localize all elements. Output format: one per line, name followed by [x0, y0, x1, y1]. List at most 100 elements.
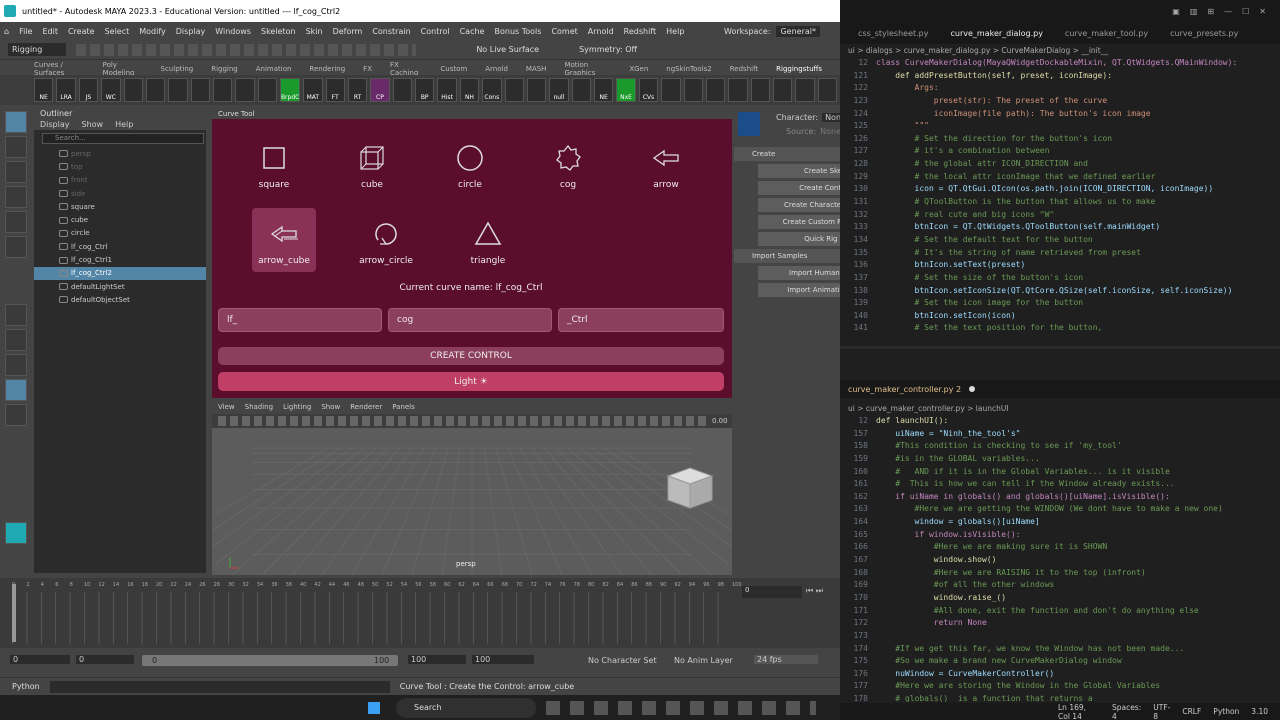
shelf-button-icon[interactable]: NxE	[616, 78, 636, 102]
editor-top[interactable]: 12 class CurveMakerDialog(MayaQWidgetDock…	[840, 58, 1280, 340]
curve-button-square[interactable]: square	[242, 132, 306, 196]
outliner-item[interactable]: top	[34, 160, 206, 173]
shelf-button-icon[interactable]: LRA	[56, 78, 76, 102]
breadcrumb-top[interactable]: ui > dialogs > curve_maker_dialog.py > C…	[848, 46, 1108, 55]
shelf-button-icon[interactable]	[504, 78, 524, 102]
command-input[interactable]	[49, 680, 390, 693]
range-bar[interactable]	[142, 655, 398, 666]
menu-modify[interactable]: Modify	[139, 27, 166, 36]
shelf-button-icon[interactable]: null	[549, 78, 569, 102]
shelf-button-icon[interactable]	[145, 78, 166, 102]
maximize-icon[interactable]: ☐	[1242, 7, 1249, 16]
menu-control[interactable]: Control	[421, 27, 450, 36]
outliner-item[interactable]: defaultLightSet	[34, 280, 206, 293]
editor-tab[interactable]: curve_maker_tool.py	[1065, 29, 1148, 38]
shelf-button-icon[interactable]	[190, 78, 210, 102]
shelf-tab[interactable]: Arnold	[485, 65, 508, 73]
select-tool-icon[interactable]	[5, 111, 27, 133]
start-time-field[interactable]: 0	[10, 655, 70, 664]
hik-create-button[interactable]: Create Contr	[758, 181, 848, 195]
outliner-item[interactable]: lf_cog_Ctrl2	[34, 266, 206, 280]
outliner-menu-help[interactable]: Help	[115, 120, 133, 129]
outliner-item[interactable]: persp	[34, 147, 206, 160]
layout-outliner-icon[interactable]	[5, 379, 27, 401]
shelf-button-icon[interactable]: Cons	[482, 78, 502, 102]
view-cube-icon[interactable]	[666, 467, 714, 509]
shelf-button-icon[interactable]	[773, 78, 793, 102]
shelf-button-icon[interactable]	[392, 78, 412, 102]
lasso-tool-icon[interactable]	[5, 136, 27, 158]
shelf-button-icon[interactable]	[526, 78, 547, 102]
menu-create[interactable]: Create	[68, 27, 95, 36]
shelf-button-icon[interactable]: Hist	[437, 78, 457, 102]
shelf-button-icon[interactable]	[257, 78, 278, 102]
time-slider[interactable]: 0246810121416182022242628303234363840424…	[0, 578, 840, 648]
curve-button-triangle[interactable]: triangle	[456, 208, 520, 272]
viewport-value[interactable]: 0.00	[712, 417, 728, 425]
shelf-button-icon[interactable]	[683, 78, 703, 102]
shelf-button-icon[interactable]: BrpdC	[280, 78, 301, 102]
menu-deform[interactable]: Deform	[333, 27, 363, 36]
command-language[interactable]: Python	[12, 682, 40, 691]
create-section[interactable]: Create	[734, 147, 840, 161]
hik-import-button[interactable]: Import Animatio	[758, 283, 848, 297]
inner-start-field[interactable]: 0	[76, 655, 134, 664]
outliner-item[interactable]: defaultObjectSet	[34, 293, 206, 306]
shelf-tab[interactable]: Redshift	[730, 65, 758, 73]
hik-create-button[interactable]: Create Skel	[758, 164, 848, 178]
viewport-menu-shading[interactable]: Shading	[245, 403, 273, 411]
shelf-button-icon[interactable]: JS	[78, 78, 99, 102]
shelf-tab[interactable]: Riggingstuffs	[776, 65, 822, 73]
menu-constrain[interactable]: Constrain	[372, 27, 410, 36]
suffix-field[interactable]: _Ctrl	[558, 308, 724, 332]
taskbar-search[interactable]: Search	[396, 697, 536, 718]
start-icon[interactable]	[368, 701, 380, 714]
curve-button-arrow[interactable]: arrow	[634, 132, 698, 196]
hik-create-button[interactable]: Quick Rig T	[758, 232, 848, 246]
symmetry-label[interactable]: Symmetry: Off	[579, 45, 637, 54]
current-time-indicator[interactable]	[12, 584, 16, 642]
shelf-button-icon[interactable]	[123, 78, 143, 102]
shelf-button-icon[interactable]	[728, 78, 748, 102]
status-item[interactable]: 3.10	[1251, 707, 1268, 716]
viewport-menu-lighting[interactable]: Lighting	[283, 403, 311, 411]
curve-button-arrow-circle[interactable]: arrow_circle	[354, 208, 418, 272]
character-set-select[interactable]: No Character Set	[588, 656, 657, 665]
shelf-button-icon[interactable]	[168, 78, 188, 102]
editor-tab[interactable]: curve_maker_dialog.py	[951, 29, 1043, 38]
menu-bonus-tools[interactable]: Bonus Tools	[494, 27, 541, 36]
shelf-button-icon[interactable]: NE	[34, 78, 54, 102]
shelf-tab[interactable]: Sculpting	[161, 65, 194, 73]
paint-tool-icon[interactable]	[5, 161, 27, 183]
shelf-tab[interactable]: XGen	[629, 65, 648, 73]
layout-four-icon[interactable]	[5, 329, 27, 351]
shelf-tab[interactable]: Rigging	[211, 65, 238, 73]
menu-display[interactable]: Display	[176, 27, 206, 36]
move-tool-icon[interactable]	[5, 186, 27, 208]
end-time-field[interactable]: 100	[472, 655, 534, 664]
menu-skeleton[interactable]: Skeleton	[261, 27, 296, 36]
shelf-button-icon[interactable]: CP	[370, 78, 390, 102]
shelf-button-icon[interactable]: MAT	[303, 78, 323, 102]
hik-create-button[interactable]: Create Custom Ri	[758, 215, 848, 229]
editor-tab[interactable]: curve_presets.py	[1170, 29, 1238, 38]
viewport-toolbar-icons[interactable]	[218, 416, 708, 426]
outliner-item[interactable]: cube	[34, 213, 206, 226]
viewport-menu-show[interactable]: Show	[321, 403, 340, 411]
minimize-icon[interactable]: —	[1224, 7, 1232, 16]
layout-icon[interactable]: ▣	[1172, 7, 1180, 16]
menu-windows[interactable]: Windows	[215, 27, 251, 36]
outliner-menu-show[interactable]: Show	[82, 120, 104, 129]
shelf-button-icon[interactable]: FT	[325, 78, 345, 102]
import-section[interactable]: Import Samples	[734, 249, 840, 263]
shelf-button-icon[interactable]	[213, 78, 233, 102]
shelf-button-icon[interactable]	[661, 78, 681, 102]
shelf-tab[interactable]: ngSkinTools2	[666, 65, 711, 73]
create-control-button[interactable]: CREATE CONTROL	[218, 347, 724, 365]
shelf-button-icon[interactable]: RT	[347, 78, 368, 102]
taskbar-apps-icon[interactable]	[546, 700, 816, 715]
outliner-item[interactable]: circle	[34, 227, 206, 240]
menu-skin[interactable]: Skin	[306, 27, 323, 36]
viewport-menu-panels[interactable]: Panels	[392, 403, 415, 411]
menu-redshift[interactable]: Redshift	[624, 27, 656, 36]
